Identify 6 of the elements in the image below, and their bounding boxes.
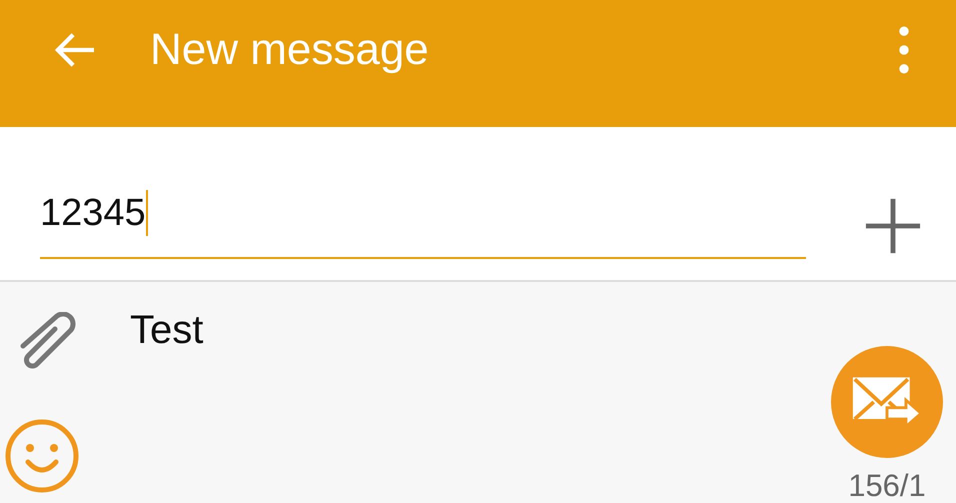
character-counter: 156/1 bbox=[848, 468, 926, 503]
more-options-icon[interactable] bbox=[898, 26, 910, 74]
window-title: New message bbox=[150, 24, 430, 74]
add-icon[interactable] bbox=[864, 197, 922, 255]
message-field[interactable]: Test bbox=[100, 282, 822, 353]
smiley-icon[interactable] bbox=[4, 418, 80, 494]
